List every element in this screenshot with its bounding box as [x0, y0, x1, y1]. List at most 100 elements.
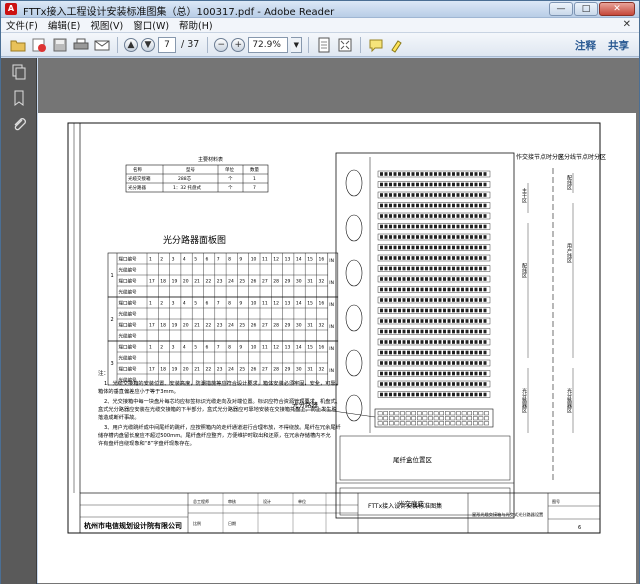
port-number: 1 [149, 301, 152, 307]
share-link[interactable]: 共享 [608, 38, 629, 53]
print-icon[interactable] [72, 36, 90, 54]
fiber-adapter [407, 392, 410, 397]
attachments-icon[interactable] [11, 116, 27, 132]
close-document-icon[interactable]: ✕ [623, 19, 631, 30]
project-name: FTTx接入设计安装标准图集 [368, 502, 442, 510]
fiber-adapter [393, 182, 397, 187]
fiber-adapter [456, 371, 460, 376]
splitter-port [456, 411, 461, 416]
open-icon[interactable] [9, 36, 27, 54]
fiber-adapter [411, 382, 415, 386]
fiber-adapter [380, 329, 383, 334]
fiber-adapter [380, 182, 383, 187]
menu-edit[interactable]: 编辑(E) [43, 18, 85, 32]
page-thumbnails-icon[interactable] [11, 64, 27, 80]
fiber-adapter [389, 277, 392, 281]
next-page-icon[interactable]: ▼ [141, 37, 155, 52]
port-number: 21 [194, 323, 200, 329]
bookmarks-icon[interactable] [11, 90, 27, 106]
fiber-adapter [474, 277, 478, 281]
fiber-adapter [474, 350, 478, 355]
create-pdf-icon[interactable] [30, 36, 48, 54]
fiber-adapter [402, 371, 406, 376]
fiber-adapter [470, 266, 473, 271]
document-area[interactable]: 主要材料表 名称 型号 单位 数量 光缆交接箱 288芯 个 1 光分路器 1：… [38, 58, 639, 584]
fiber-adapter [429, 266, 433, 271]
fiber-adapter [461, 319, 464, 323]
fiber-adapter [380, 319, 383, 323]
panel-row-label: 端口编号 [119, 366, 137, 373]
close-button[interactable]: ✕ [599, 2, 635, 16]
fiber-adapter [407, 182, 410, 187]
port-number: 14 [296, 257, 302, 263]
port-number: 16 [319, 257, 325, 263]
drawing-sheet: 主要材料表 名称 型号 单位 数量 光缆交接箱 288芯 个 1 光分路器 1：… [67, 122, 606, 534]
fit-width-icon[interactable] [315, 36, 333, 54]
port-number: 26 [251, 367, 257, 373]
menu-help[interactable]: 帮助(H) [174, 18, 218, 32]
fiber-adapter [416, 235, 419, 239]
comment-link[interactable]: 注释 [575, 38, 596, 53]
fiber-adapter [411, 266, 415, 271]
zone-right-distribution: 配线区 [566, 175, 572, 190]
fiber-adapter [434, 182, 437, 187]
fiber-adapter [434, 203, 437, 208]
splitter-port [467, 416, 473, 421]
fiber-adapter [456, 382, 460, 386]
splitter-port [450, 421, 456, 426]
fiber-adapter [474, 256, 478, 260]
fiber-adapter [429, 319, 433, 323]
maximize-button[interactable]: □ [574, 2, 598, 16]
fiber-adapter [407, 214, 410, 218]
fiber-adapter [456, 340, 460, 344]
previous-page-icon[interactable]: ▲ [124, 37, 138, 52]
fiber-adapter [479, 266, 482, 271]
fiber-adapter [393, 277, 397, 281]
fiber-adapter [434, 235, 437, 239]
splitter-port [405, 421, 411, 426]
fiber-adapter [452, 287, 455, 292]
port-number: 24 [228, 279, 234, 285]
fiber-adapter [443, 329, 446, 334]
email-icon[interactable] [93, 36, 111, 54]
pdf-page: 主要材料表 名称 型号 单位 数量 光缆交接箱 288芯 个 1 光分路器 1：… [38, 113, 636, 583]
zoom-out-icon[interactable]: − [214, 37, 229, 52]
fiber-adapter [438, 224, 442, 229]
port-number: 20 [183, 367, 189, 373]
toolbar-separator [360, 36, 362, 53]
zoom-dropdown-icon[interactable]: ▼ [291, 36, 303, 53]
fiber-adapter [389, 308, 392, 313]
menu-view[interactable]: 视图(V) [85, 18, 128, 32]
fiber-adapter [465, 287, 469, 292]
notes: 1、光缆交接箱的安装位置、安装高度，防潮措施等应符合设计要求。箱体安装必须牢固，… [98, 379, 341, 447]
fiber-adapter [398, 193, 401, 197]
fiber-adapter [420, 224, 424, 229]
fiber-adapter [384, 256, 388, 260]
splitter-port [411, 416, 417, 421]
fit-page-icon[interactable] [336, 36, 354, 54]
fiber-adapter [470, 298, 473, 302]
fiber-adapter [474, 287, 478, 292]
zone-left-distribution: 配线区 [521, 263, 527, 278]
fiber-adapter [402, 235, 406, 239]
fiber-adapter [393, 298, 397, 302]
save-icon[interactable] [51, 36, 69, 54]
company-name: 杭州市电信规划设计院有限公司 [84, 521, 182, 530]
fiber-adapter [398, 392, 401, 397]
page-number-input[interactable]: 7 [158, 36, 176, 53]
menu-window[interactable]: 窗口(W) [128, 18, 174, 32]
fiber-adapter [416, 256, 419, 260]
splitter-port [467, 421, 473, 426]
minimize-button[interactable]: — [549, 2, 573, 16]
highlight-icon[interactable] [388, 36, 406, 54]
in-label: IN [329, 346, 334, 352]
comment-icon[interactable] [367, 36, 385, 54]
menu-file[interactable]: 文件(F) [1, 18, 43, 32]
zoom-level-input[interactable]: 72.9% [248, 36, 289, 53]
port-number: 3 [172, 257, 175, 263]
fiber-adapter [398, 382, 401, 386]
zoom-in-icon[interactable]: + [231, 37, 246, 52]
fiber-adapter [398, 287, 401, 292]
fiber-adapter [452, 329, 455, 334]
splitter-port [377, 421, 383, 426]
